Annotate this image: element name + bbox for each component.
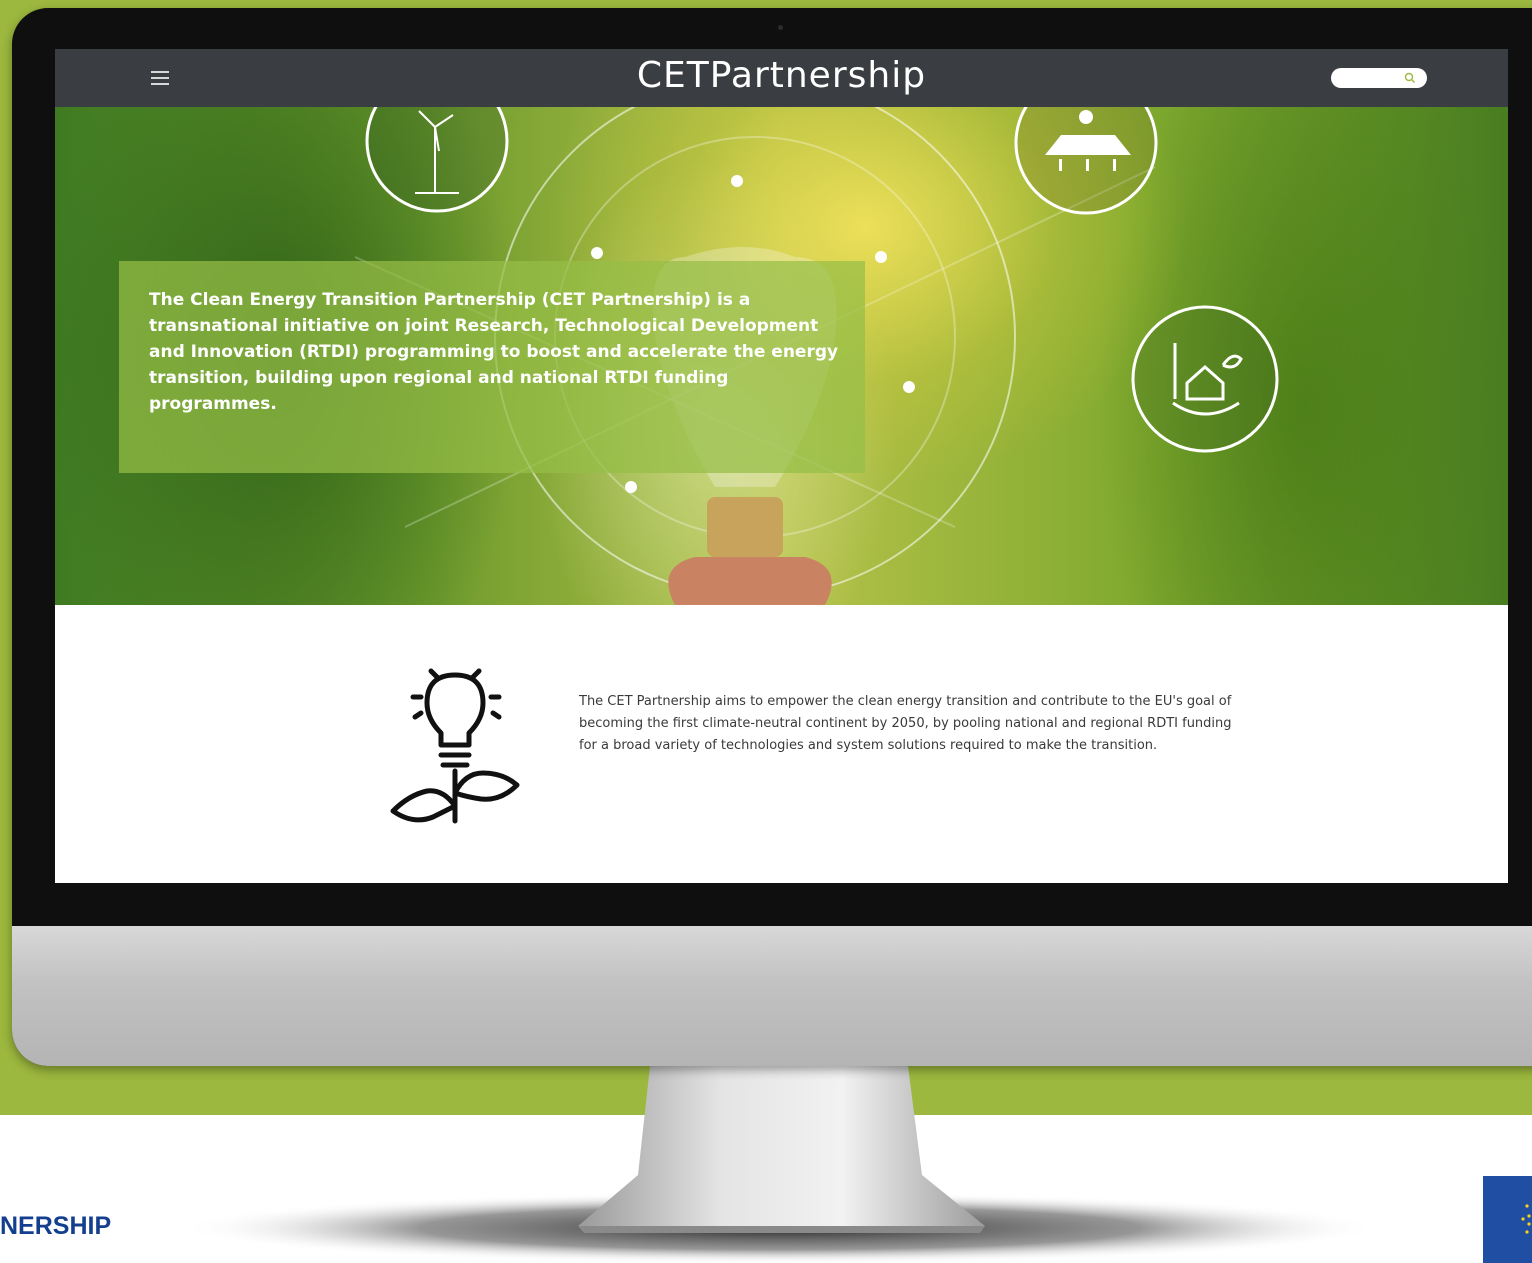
content-section: The CET Partnership aims to empower the … (55, 605, 1508, 883)
monitor: CETPartnership The Clean Energy Transiti… (12, 8, 1532, 1066)
screen: CETPartnership The Clean Energy Transiti… (55, 49, 1508, 883)
search-box[interactable] (1331, 68, 1427, 88)
navbar: CETPartnership (55, 49, 1508, 107)
mission-text: The CET Partnership aims to empower the … (579, 694, 1232, 753)
hero-description: The Clean Energy Transition Partnership … (149, 290, 839, 414)
wind-turbine-icon (365, 107, 509, 213)
monitor-chin (12, 926, 1532, 1066)
eu-flag-icon (1483, 1176, 1532, 1263)
camera-dot (778, 25, 783, 30)
hero-banner: The Clean Energy Transition Partnership … (55, 107, 1508, 605)
site-title[interactable]: CETPartnership (55, 55, 1508, 96)
search-input[interactable] (1331, 68, 1411, 88)
green-house-hand-icon (1131, 305, 1279, 453)
solar-panel-icon (1014, 107, 1158, 215)
footer-partnership-label: NERSHIP (0, 1212, 112, 1240)
hero-text-box: The Clean Energy Transition Partnership … (119, 261, 865, 473)
bulb-plant-icon (390, 668, 520, 824)
search-icon[interactable] (1403, 71, 1417, 85)
